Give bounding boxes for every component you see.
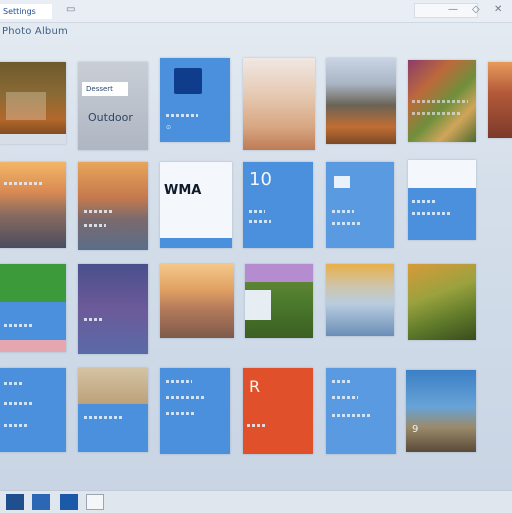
window-title: Settings — [0, 4, 52, 19]
photo-text-line — [412, 112, 462, 115]
app-text-line — [166, 114, 198, 117]
folder-icon[interactable] — [32, 494, 50, 510]
photos-icon[interactable] — [60, 494, 78, 510]
album-tile[interactable]: Dessert Outdoor — [78, 62, 148, 150]
photo-tile[interactable] — [488, 62, 512, 138]
photo-text-line — [4, 182, 44, 185]
photo-tile[interactable] — [326, 58, 396, 144]
app-tile-label: ⊙ — [166, 124, 172, 131]
app-footer — [0, 340, 66, 352]
info-text-line — [166, 380, 192, 383]
photo-text-line — [84, 224, 106, 227]
photo-tile[interactable] — [160, 264, 234, 338]
photo-tile[interactable] — [243, 58, 315, 150]
calendar-day: 10 — [249, 169, 272, 190]
note-tile[interactable] — [408, 160, 476, 240]
photo-text-line — [84, 318, 104, 321]
app-letter: R — [249, 377, 261, 396]
photo-tile[interactable] — [245, 264, 313, 338]
photo-strip — [245, 264, 313, 282]
photo-tile[interactable] — [78, 162, 148, 250]
photo-overlay — [6, 92, 46, 120]
info-text-line — [4, 382, 24, 385]
mail-tile[interactable] — [326, 162, 394, 248]
info-text-line — [4, 424, 28, 427]
section-header: Photo Album — [2, 26, 68, 37]
app-tile-red[interactable]: R — [243, 368, 313, 454]
photo-text-line — [84, 210, 112, 213]
album-caption: Outdoor — [88, 111, 133, 124]
minimize-icon[interactable]: — — [448, 3, 458, 17]
photo-badge: 9 — [412, 424, 419, 435]
photo-tile[interactable] — [78, 368, 148, 452]
info-text-line — [4, 402, 34, 405]
note-text-line — [412, 200, 436, 203]
note-header — [408, 160, 476, 188]
info-text-line — [332, 380, 350, 383]
news-caption-bar — [160, 238, 232, 248]
close-icon[interactable]: ✕ — [494, 3, 502, 17]
photo-caption-bar — [0, 134, 66, 144]
photo-panel — [245, 290, 271, 320]
photo-tile[interactable] — [0, 62, 66, 144]
start-button[interactable] — [6, 494, 24, 510]
calendar-tile[interactable]: 10 — [243, 162, 313, 248]
mail-icon — [334, 176, 350, 188]
app-tile[interactable]: ⊙ — [160, 58, 230, 142]
photo-tile[interactable] — [408, 60, 476, 142]
app-text-line — [247, 424, 267, 427]
info-tile[interactable] — [0, 368, 66, 452]
mail-text-line — [332, 210, 354, 213]
maximize-icon[interactable]: ◇ — [472, 3, 480, 17]
back-icon[interactable]: ▭ — [66, 3, 75, 17]
info-text-line — [166, 396, 206, 399]
photo-text-line — [412, 100, 468, 103]
photo-text-line — [84, 416, 124, 419]
info-text-line — [166, 412, 196, 415]
app-text-line — [4, 324, 34, 327]
photo-tile[interactable]: 9 — [406, 370, 476, 452]
photo-caption-panel — [78, 404, 148, 452]
news-tile[interactable]: WMA — [160, 162, 232, 248]
photo-tile[interactable] — [0, 162, 66, 248]
album-caption-top: Dessert — [86, 85, 113, 93]
window-icon[interactable] — [86, 494, 104, 510]
photo-tile[interactable] — [408, 264, 476, 340]
info-text-line — [332, 414, 372, 417]
news-headline: WMA — [164, 183, 202, 198]
calendar-text-line — [249, 220, 271, 223]
note-text-line — [412, 212, 450, 215]
calendar-text-line — [249, 210, 265, 213]
info-tile[interactable] — [326, 368, 396, 454]
search-input[interactable] — [414, 3, 478, 18]
title-bar: Settings ▭ — ◇ ✕ — [0, 0, 512, 23]
mail-text-line — [332, 222, 362, 225]
photo-tile[interactable] — [326, 264, 394, 336]
info-tile[interactable] — [160, 368, 230, 454]
app-icon — [174, 68, 202, 94]
taskbar — [0, 490, 512, 513]
info-text-line — [332, 396, 358, 399]
app-banner — [0, 264, 66, 302]
photo-tile[interactable] — [78, 264, 148, 354]
app-tile[interactable] — [0, 264, 66, 352]
